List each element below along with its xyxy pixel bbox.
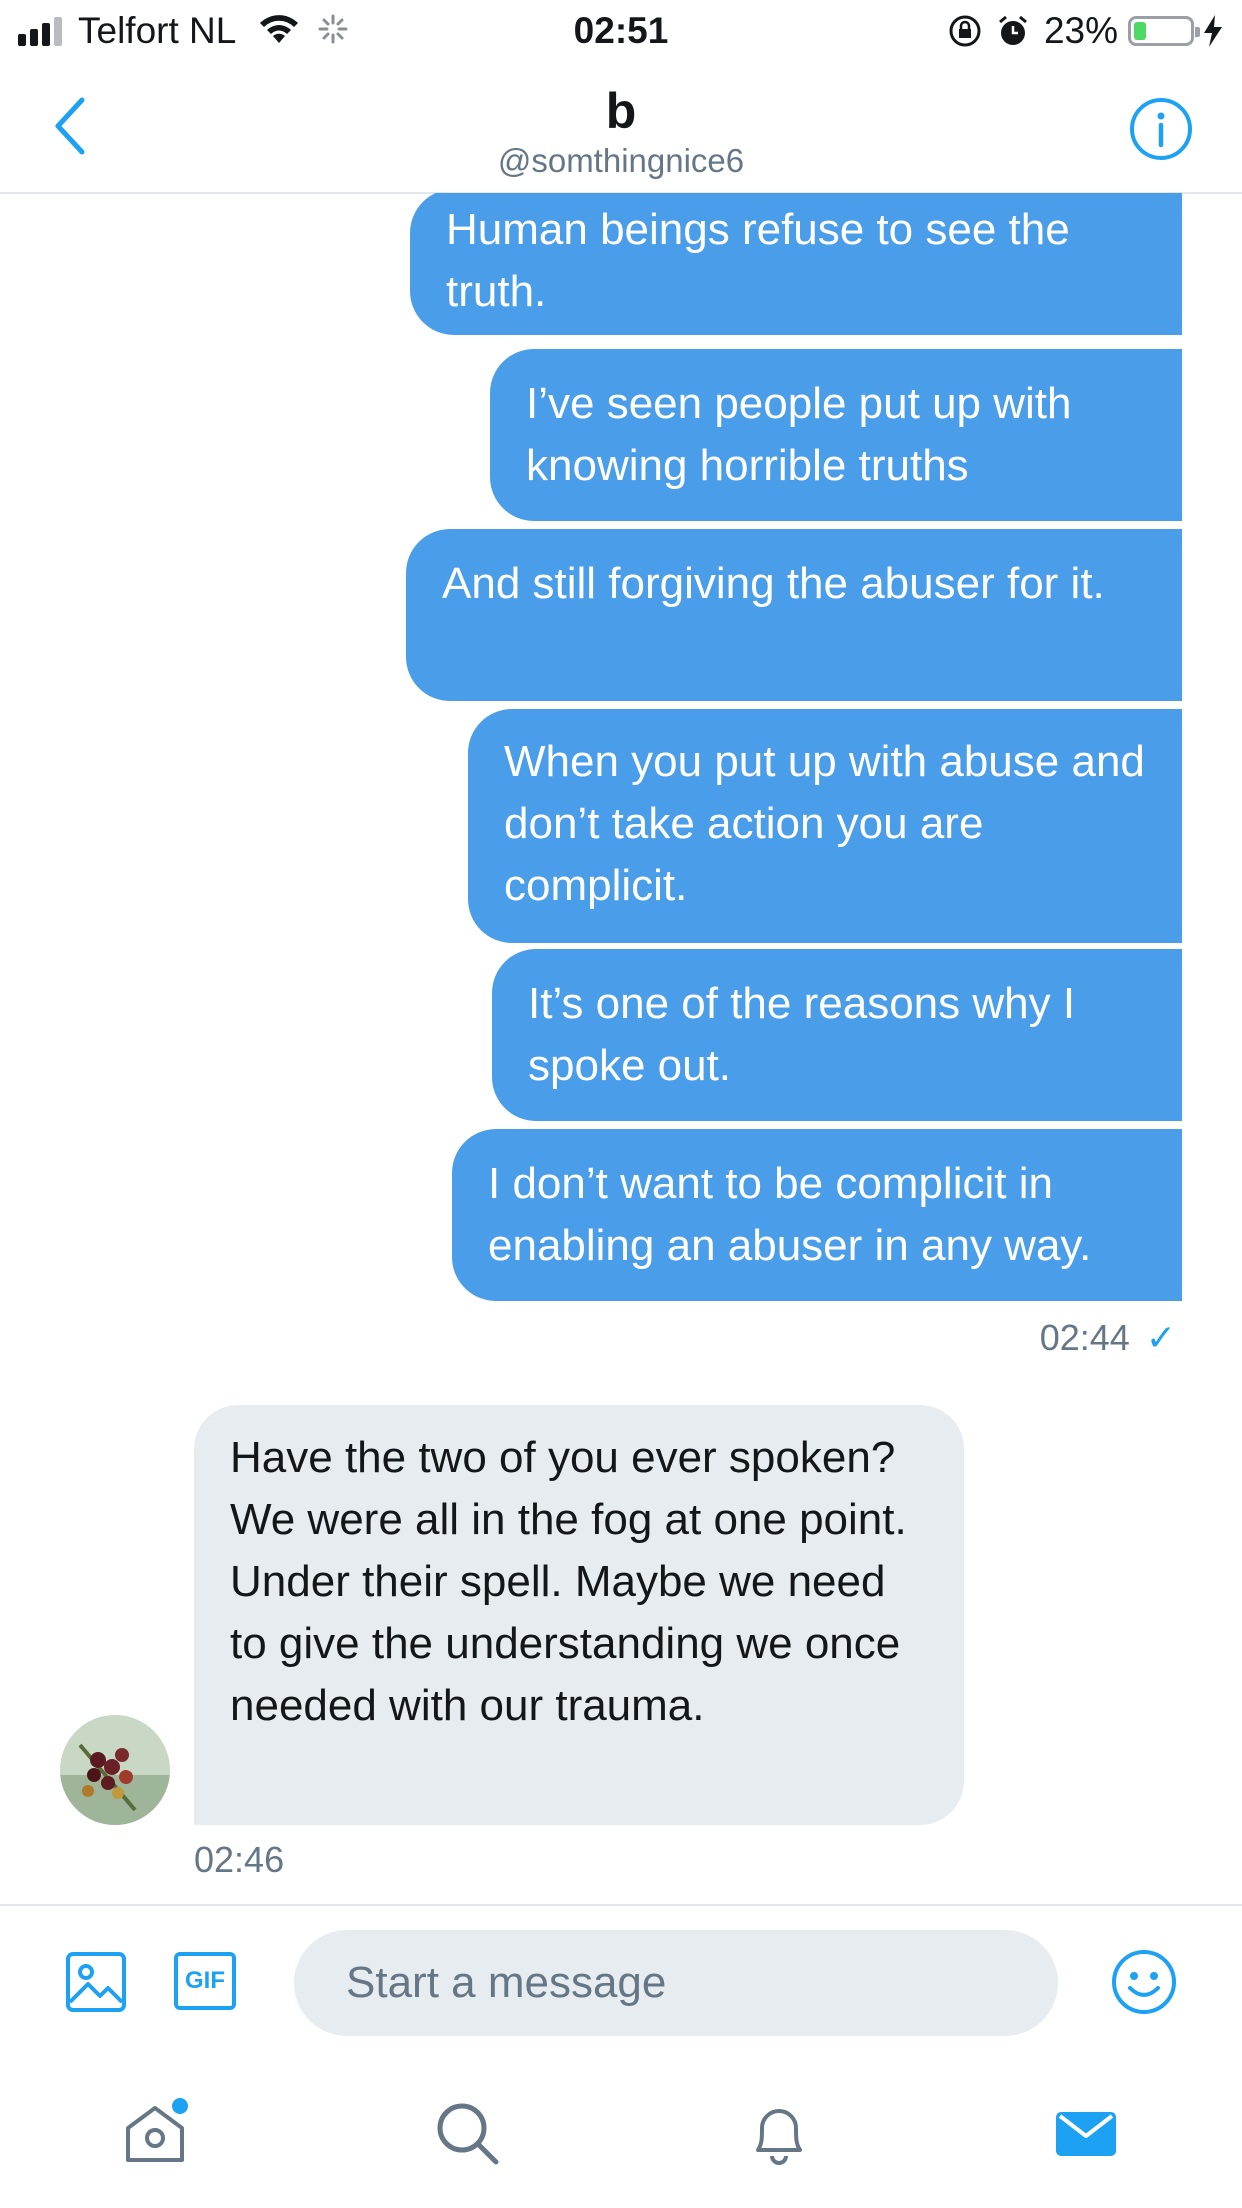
conversation-header: b @somthingnice6 xyxy=(0,64,1242,194)
message-composer: GIF xyxy=(0,1904,1242,2056)
incoming-message[interactable]: Have the two of you ever spoken? We were… xyxy=(194,1405,964,1825)
battery-percent: 23% xyxy=(1043,10,1118,51)
avatar[interactable] xyxy=(60,1715,170,1825)
alarm-icon xyxy=(998,15,1027,45)
gif-label: GIF xyxy=(185,1967,225,1994)
info-icon[interactable] xyxy=(1128,96,1194,162)
outgoing-message[interactable]: When you put up with abuse and don’t tak… xyxy=(468,709,1182,943)
emoji-icon[interactable] xyxy=(1110,1948,1178,2016)
message-thread[interactable]: Human beings refuse to see the truth. I’… xyxy=(0,193,1242,1903)
outgoing-message[interactable]: Human beings refuse to see the truth. xyxy=(410,193,1182,335)
charging-bolt-icon xyxy=(1204,15,1222,47)
image-icon[interactable] xyxy=(64,1950,128,2014)
outgoing-message[interactable]: I’ve seen people put up with knowing hor… xyxy=(490,349,1182,521)
messages-icon[interactable] xyxy=(1054,2098,1118,2168)
notifications-icon[interactable] xyxy=(744,2098,814,2168)
battery-icon xyxy=(1128,16,1200,46)
outgoing-message[interactable]: And still forgiving the abuser for it. xyxy=(406,529,1182,701)
conversation-title: b xyxy=(605,83,637,139)
conversation-handle: @somthingnice6 xyxy=(497,142,745,179)
gif-icon[interactable]: GIF xyxy=(174,1952,236,2010)
message-input[interactable] xyxy=(294,1930,1058,2036)
status-bar: Telfort NL 02:51 23% xyxy=(0,0,1242,64)
outgoing-message[interactable]: I don’t want to be complicit in enabling… xyxy=(452,1129,1182,1301)
home-icon[interactable] xyxy=(120,2098,190,2168)
incoming-timestamp: 02:46 xyxy=(194,1839,285,1880)
read-check-icon: ✓ xyxy=(1145,1317,1176,1358)
tab-bar xyxy=(0,2054,1242,2208)
orientation-lock-icon xyxy=(949,15,981,47)
outgoing-time: 02:44 xyxy=(1039,1317,1130,1358)
outgoing-message[interactable]: It’s one of the reasons why I spoke out. xyxy=(492,949,1182,1121)
outgoing-timestamp: 02:44 ✓ xyxy=(1040,1317,1176,1359)
search-icon[interactable] xyxy=(432,2098,502,2168)
status-right: 23% xyxy=(948,10,1224,52)
